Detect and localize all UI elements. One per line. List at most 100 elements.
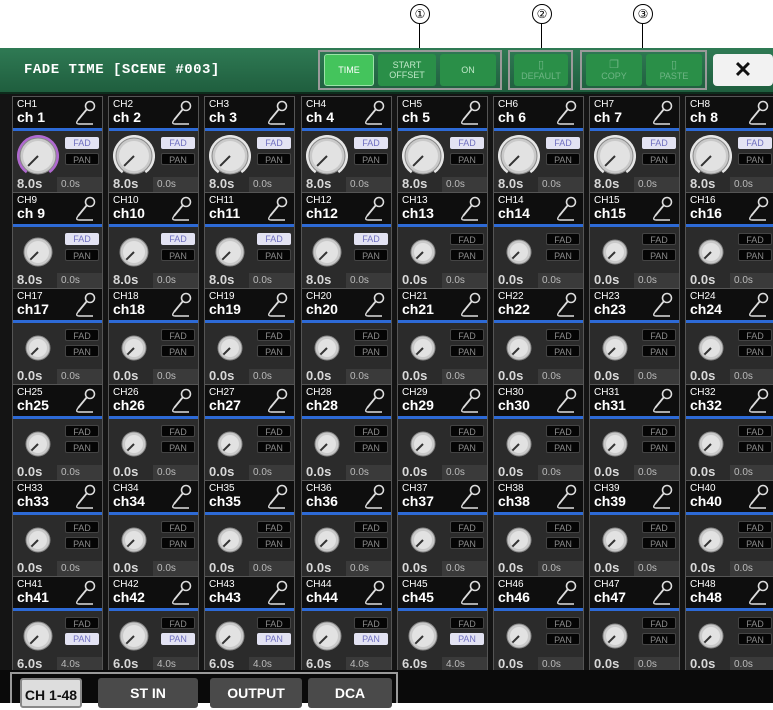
fade-time-knob[interactable] <box>209 135 251 177</box>
fade-time-knob[interactable] <box>594 135 636 177</box>
fade-time-knob[interactable] <box>17 327 59 369</box>
fad-toggle[interactable]: FAD <box>354 521 388 533</box>
fade-time-knob[interactable] <box>498 327 540 369</box>
pan-toggle[interactable]: PAN <box>354 441 388 453</box>
start-offset-button[interactable]: START OFFSET <box>378 54 436 86</box>
channel-cell[interactable]: CH19 ch19 FAD PAN 0.0s 0.0s <box>204 288 295 386</box>
fad-toggle[interactable]: FAD <box>738 521 772 533</box>
pan-toggle[interactable]: PAN <box>161 153 195 165</box>
pan-toggle[interactable]: PAN <box>354 633 388 645</box>
pan-toggle[interactable]: PAN <box>354 537 388 549</box>
channel-cell[interactable]: CH39 ch39 FAD PAN 0.0s 0.0s <box>589 480 680 578</box>
fad-toggle[interactable]: FAD <box>546 617 580 629</box>
fade-time-knob[interactable] <box>209 231 251 273</box>
fad-toggle[interactable]: FAD <box>738 137 772 149</box>
channel-cell[interactable]: CH6 ch 6 FAD PAN 8.0s 0.0s <box>493 96 584 194</box>
pan-toggle[interactable]: PAN <box>161 537 195 549</box>
channel-cell[interactable]: CH28 ch28 FAD PAN 0.0s 0.0s <box>301 384 392 482</box>
pan-toggle[interactable]: PAN <box>257 537 291 549</box>
fad-toggle[interactable]: FAD <box>450 617 484 629</box>
fade-time-knob[interactable] <box>113 231 155 273</box>
fade-time-knob[interactable] <box>113 615 155 657</box>
channel-cell[interactable]: CH33 ch33 FAD PAN 0.0s 0.0s <box>12 480 103 578</box>
fad-toggle[interactable]: FAD <box>642 137 676 149</box>
fade-time-knob[interactable] <box>17 135 60 177</box>
channel-cell[interactable]: CH46 ch46 FAD PAN 0.0s 0.0s <box>493 576 584 674</box>
fade-time-knob[interactable] <box>306 327 348 369</box>
channel-cell[interactable]: CH26 ch26 FAD PAN 0.0s 0.0s <box>108 384 199 482</box>
channel-cell[interactable]: CH34 ch34 FAD PAN 0.0s 0.0s <box>108 480 199 578</box>
fad-toggle[interactable]: FAD <box>257 233 291 245</box>
pan-toggle[interactable]: PAN <box>450 249 484 261</box>
pan-toggle[interactable]: PAN <box>65 345 99 357</box>
pan-toggle[interactable]: PAN <box>642 537 676 549</box>
channel-cell[interactable]: CH2 ch 2 FAD PAN 8.0s 0.0s <box>108 96 199 194</box>
fad-toggle[interactable]: FAD <box>450 233 484 245</box>
fad-toggle[interactable]: FAD <box>161 329 195 341</box>
fad-toggle[interactable]: FAD <box>161 425 195 437</box>
fade-time-knob[interactable] <box>690 327 732 369</box>
fade-time-knob[interactable] <box>209 327 251 369</box>
channel-cell[interactable]: CH5 ch 5 FAD PAN 8.0s 0.0s <box>397 96 488 194</box>
fade-time-knob[interactable] <box>402 231 444 273</box>
fade-time-knob[interactable] <box>306 423 348 465</box>
pan-toggle[interactable]: PAN <box>738 345 772 357</box>
pan-toggle[interactable]: PAN <box>161 249 195 261</box>
pan-toggle[interactable]: PAN <box>354 249 388 261</box>
channel-cell[interactable]: CH31 ch31 FAD PAN 0.0s 0.0s <box>589 384 680 482</box>
channel-cell[interactable]: CH1 ch 1 FAD PAN 8.0s 0.0s <box>12 96 103 194</box>
channel-cell[interactable]: CH11 ch11 FAD PAN 8.0s 0.0s <box>204 192 295 290</box>
pan-toggle[interactable]: PAN <box>161 441 195 453</box>
channel-cell[interactable]: CH43 ch43 FAD PAN 6.0s 4.0s <box>204 576 295 674</box>
fad-toggle[interactable]: FAD <box>738 617 772 629</box>
fade-time-knob[interactable] <box>306 519 348 561</box>
fade-time-knob[interactable] <box>690 231 732 273</box>
fade-time-knob[interactable] <box>498 519 540 561</box>
fade-time-knob[interactable] <box>690 519 732 561</box>
channel-cell[interactable]: CH10 ch10 FAD PAN 8.0s 0.0s <box>108 192 199 290</box>
fad-toggle[interactable]: FAD <box>257 425 291 437</box>
fade-time-knob[interactable] <box>402 135 444 177</box>
channel-cell[interactable]: CH32 ch32 FAD PAN 0.0s 0.0s <box>685 384 773 482</box>
bottom-tab-3[interactable]: DCA <box>308 678 392 708</box>
pan-toggle[interactable]: PAN <box>738 249 772 261</box>
pan-toggle[interactable]: PAN <box>738 537 772 549</box>
channel-cell[interactable]: CH45 ch45 FAD PAN 6.0s 4.0s <box>397 576 488 674</box>
fade-time-knob[interactable] <box>498 615 540 657</box>
pan-toggle[interactable]: PAN <box>257 441 291 453</box>
fad-toggle[interactable]: FAD <box>642 521 676 533</box>
fad-toggle[interactable]: FAD <box>354 425 388 437</box>
channel-cell[interactable]: CH13 ch13 FAD PAN 0.0s 0.0s <box>397 192 488 290</box>
pan-toggle[interactable]: PAN <box>738 153 772 165</box>
pan-toggle[interactable]: PAN <box>546 537 580 549</box>
pan-toggle[interactable]: PAN <box>450 153 484 165</box>
pan-toggle[interactable]: PAN <box>546 633 580 645</box>
fad-toggle[interactable]: FAD <box>450 425 484 437</box>
fade-time-knob[interactable] <box>498 423 540 465</box>
pan-toggle[interactable]: PAN <box>257 153 291 165</box>
fad-toggle[interactable]: FAD <box>546 233 580 245</box>
fad-toggle[interactable]: FAD <box>642 617 676 629</box>
fad-toggle[interactable]: FAD <box>354 329 388 341</box>
channel-cell[interactable]: CH23 ch23 FAD PAN 0.0s 0.0s <box>589 288 680 386</box>
pan-toggle[interactable]: PAN <box>546 441 580 453</box>
fade-time-knob[interactable] <box>498 135 540 177</box>
fade-time-knob[interactable] <box>17 615 59 657</box>
bottom-tab-2[interactable]: OUTPUT <box>210 678 302 708</box>
fad-toggle[interactable]: FAD <box>546 521 580 533</box>
fad-toggle[interactable]: FAD <box>161 617 195 629</box>
channel-cell[interactable]: CH25 ch25 FAD PAN 0.0s 0.0s <box>12 384 103 482</box>
pan-toggle[interactable]: PAN <box>65 441 99 453</box>
bottom-tab-0[interactable]: CH 1-48 <box>20 678 82 708</box>
time-button[interactable]: TIME <box>324 54 374 86</box>
pan-toggle[interactable]: PAN <box>450 633 484 645</box>
pan-toggle[interactable]: PAN <box>257 633 291 645</box>
fade-time-knob[interactable] <box>690 615 732 657</box>
channel-cell[interactable]: CH22 ch22 FAD PAN 0.0s 0.0s <box>493 288 584 386</box>
pan-toggle[interactable]: PAN <box>642 441 676 453</box>
pan-toggle[interactable]: PAN <box>450 537 484 549</box>
fad-toggle[interactable]: FAD <box>642 233 676 245</box>
channel-cell[interactable]: CH44 ch44 FAD PAN 6.0s 4.0s <box>301 576 392 674</box>
pan-toggle[interactable]: PAN <box>257 249 291 261</box>
fad-toggle[interactable]: FAD <box>161 137 195 149</box>
